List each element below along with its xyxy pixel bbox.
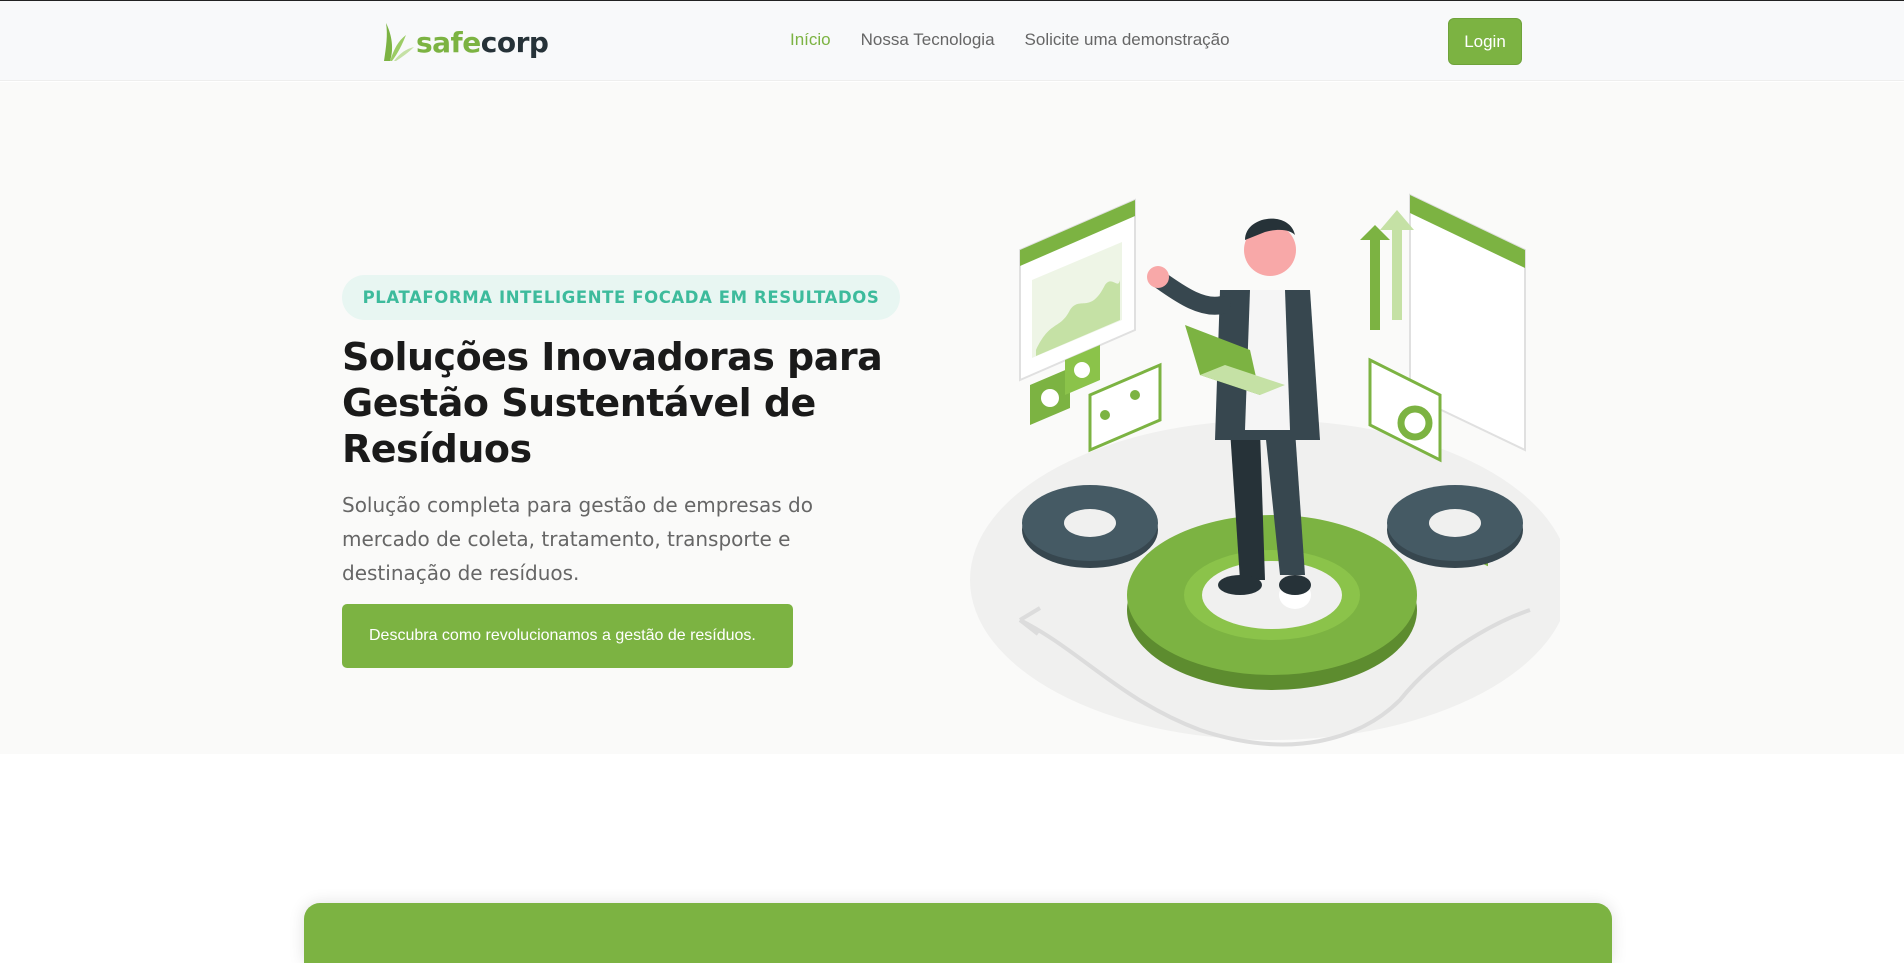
- growth-arrows-icon: [1360, 210, 1414, 330]
- navbar: safecorp Início Nossa Tecnologia Solicit…: [0, 0, 1904, 81]
- brand-logo[interactable]: safecorp: [380, 21, 555, 63]
- left-dashboard-panel: [1019, 198, 1136, 382]
- hero-title-line1: Soluções Inovadoras para: [342, 335, 883, 379]
- hero-subtitle-line2: mercado de coleta, tratamento, transport…: [342, 527, 791, 551]
- brand-name-part1: safe: [416, 25, 481, 59]
- hero-title-line3: Resíduos: [342, 427, 532, 471]
- hero-title: Soluções Inovadoras para Gestão Sustentá…: [342, 334, 902, 472]
- hero-subtitle-line3: destinação de resíduos.: [342, 561, 580, 585]
- nav-link-inicio[interactable]: Início: [790, 30, 831, 50]
- nav-links: Início Nossa Tecnologia Solicite uma dem…: [790, 30, 1230, 50]
- features-card: [304, 903, 1612, 963]
- login-button[interactable]: Login: [1448, 18, 1522, 65]
- hero-cta-button[interactable]: Descubra como revolucionamos a gestão de…: [342, 604, 793, 668]
- nav-link-nossa-tecnologia[interactable]: Nossa Tecnologia: [861, 30, 995, 50]
- central-gear-icon: [1127, 515, 1417, 690]
- hero-subtitle: Solução completa para gestão de empresas…: [342, 488, 842, 590]
- left-gear-icon: [1022, 485, 1158, 568]
- hero-subtitle-line1: Solução completa para gestão de empresas…: [342, 493, 813, 517]
- hero-tagline-badge: PLATAFORMA INTELIGENTE FOCADA EM RESULTA…: [342, 275, 900, 320]
- hero-section: [0, 82, 1904, 754]
- hero-title-line2: Gestão Sustentável de: [342, 381, 816, 425]
- hero-illustration: [970, 193, 1560, 747]
- logo-leaf-icon: [384, 23, 414, 61]
- right-gear-icon: [1387, 485, 1523, 568]
- brand-wordmark: safecorp: [416, 25, 549, 59]
- nav-link-solicite-demonstracao[interactable]: Solicite uma demonstração: [1025, 30, 1230, 50]
- brand-name-part2: corp: [480, 25, 549, 59]
